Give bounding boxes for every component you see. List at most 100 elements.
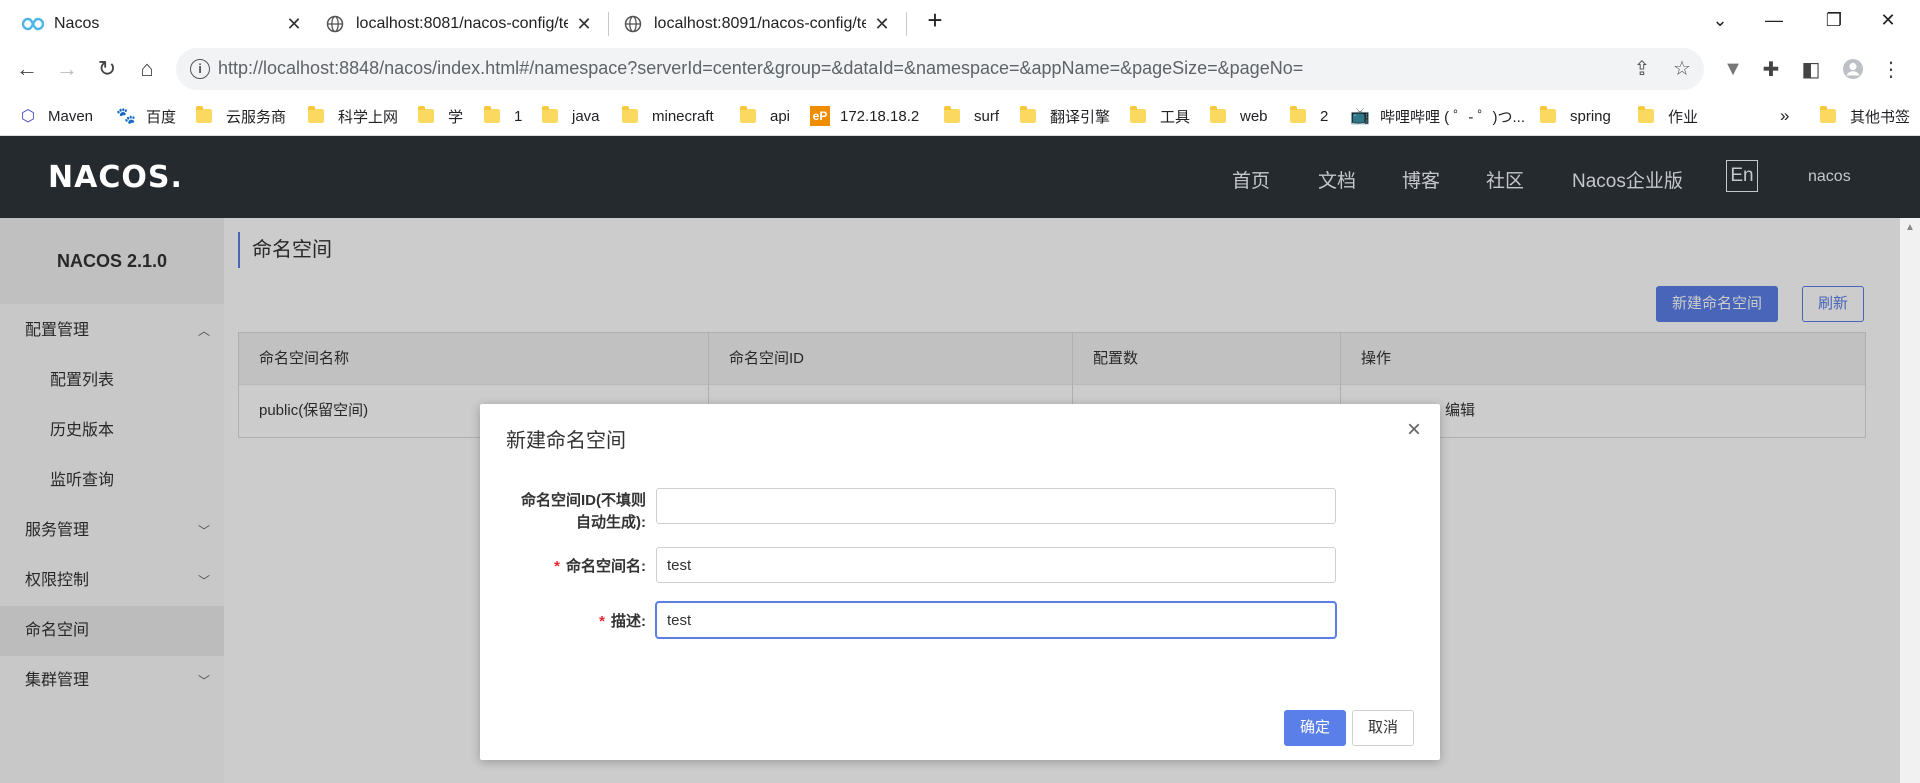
bookmark-maven[interactable]: ⬡ Maven <box>18 104 93 128</box>
bookmark-label: 百度 <box>146 108 177 126</box>
required-mark: * <box>554 558 560 575</box>
bookmark-folder[interactable]: 2 <box>1290 104 1328 128</box>
tab-title: localhost:8081/nacos-config/test <box>356 15 568 32</box>
url-text: http://localhost:8848/nacos/index.html#/… <box>218 58 1304 78</box>
bookmark-folder[interactable]: spring <box>1540 104 1611 128</box>
bookmark-label: 2 <box>1320 107 1329 125</box>
bookmark-label: 工具 <box>1160 108 1191 126</box>
hexagon-icon: ⬡ <box>21 108 35 125</box>
new-tab-plus-icon[interactable]: + <box>910 0 960 40</box>
tab-search-chevron-down-icon[interactable]: ⌄ <box>1692 0 1748 40</box>
bookmarks-bar: ⬡ Maven 🐾 百度 云服务商 科学上网 学 1 java minecraf… <box>0 96 1920 136</box>
bookmark-label: 学 <box>448 108 464 126</box>
bookmark-folder[interactable]: surf <box>944 104 999 128</box>
confirm-button[interactable]: 确定 <box>1284 710 1346 746</box>
home-icon[interactable]: ⌂ <box>130 52 164 86</box>
folder-icon <box>1638 106 1654 123</box>
bookmark-label: 作业 <box>1668 108 1699 126</box>
restore-icon[interactable]: ❐ <box>1806 0 1862 40</box>
side-panel-icon[interactable]: ◧ <box>1796 54 1826 84</box>
folder-icon <box>1130 106 1146 123</box>
other-bookmarks[interactable]: 其他书签 <box>1820 104 1910 128</box>
folder-icon <box>622 106 638 123</box>
reload-icon[interactable]: ↻ <box>90 52 124 86</box>
more-menu-icon[interactable]: ⋮ <box>1876 54 1906 84</box>
bookmark-label: 1 <box>514 107 523 125</box>
bookmark-folder[interactable]: minecraft <box>622 104 714 128</box>
share-icon[interactable]: ⇪ <box>1630 57 1654 81</box>
app-header: NACOS. 首页 文档 博客 社区 Nacos企业版 En nacos <box>0 136 1920 218</box>
globe-icon <box>622 13 644 35</box>
folder-icon <box>1820 106 1836 123</box>
bookmark-folder[interactable]: java <box>542 104 600 128</box>
bookmark-folder[interactable]: 翻译引擎 <box>1020 104 1110 128</box>
extensions-puzzle-icon[interactable]: ✚ <box>1756 54 1786 84</box>
bookmark-folder[interactable]: 1 <box>484 104 522 128</box>
folder-icon <box>740 106 756 123</box>
bookmarks-overflow-icon[interactable]: » <box>1780 104 1789 128</box>
namespace-name-input[interactable] <box>656 547 1336 583</box>
vue-extension-icon[interactable]: ▼ <box>1718 54 1748 84</box>
close-icon[interactable]: × <box>1402 418 1426 442</box>
tab-localhost-8091[interactable]: localhost:8091/nacos-config/test ✕ <box>622 6 898 42</box>
bookmark-folder[interactable]: api <box>740 104 790 128</box>
nav-home[interactable]: 首页 <box>1232 166 1270 193</box>
address-bar[interactable]: i http://localhost:8848/nacos/index.html… <box>176 48 1704 90</box>
new-namespace-dialog: 新建命名空间 × 命名空间ID(不填则 自动生成): *命名空间名: *描述: … <box>480 404 1440 760</box>
profile-avatar-icon[interactable] <box>1838 54 1868 84</box>
tab-title: localhost:8091/nacos-config/test <box>654 15 866 32</box>
bookmark-folder[interactable]: 科学上网 <box>308 104 398 128</box>
required-mark: * <box>599 613 605 630</box>
language-toggle[interactable]: En <box>1726 160 1758 192</box>
tab-localhost-8081[interactable]: localhost:8081/nacos-config/test ✕ <box>324 6 600 42</box>
description-label: * 描述: <box>599 611 646 633</box>
close-icon[interactable]: ✕ <box>574 14 594 34</box>
bookmark-folder[interactable]: 作业 <box>1638 104 1698 128</box>
bookmark-label: 172.18.18.2 <box>840 107 920 125</box>
bookmark-folder[interactable]: 工具 <box>1130 104 1190 128</box>
window-close-icon[interactable]: ✕ <box>1860 0 1916 40</box>
description-input[interactable] <box>656 602 1336 638</box>
site-info-icon[interactable]: i <box>190 59 210 79</box>
forward-arrow-icon[interactable]: → <box>50 52 84 86</box>
namespace-name-label: * 命名空间名: <box>554 556 646 578</box>
label-line: 命名空间ID(不填则 <box>521 492 646 509</box>
back-arrow-icon[interactable]: ← <box>10 52 44 86</box>
page-scrollbar[interactable]: ▲ <box>1900 218 1920 783</box>
folder-icon <box>196 106 212 123</box>
namespace-id-input[interactable] <box>656 488 1336 524</box>
bookmark-star-icon[interactable]: ☆ <box>1670 57 1694 81</box>
close-icon[interactable]: ✕ <box>284 14 304 34</box>
folder-icon <box>542 106 558 123</box>
label-text: 命名空间名: <box>566 558 646 575</box>
bookmark-label: spring <box>1570 107 1611 125</box>
bookmark-bilibili[interactable]: 📺 哔哩哔哩 ( ゜- ゜)つ... <box>1350 104 1525 128</box>
dialog-title: 新建命名空间 <box>506 430 626 452</box>
bookmark-label: 哔哩哔哩 ( ゜- ゜)つ... <box>1380 108 1525 126</box>
folder-icon <box>418 106 434 123</box>
nav-blog[interactable]: 博客 <box>1402 166 1440 193</box>
bookmark-folder[interactable]: web <box>1210 104 1268 128</box>
user-name[interactable]: nacos <box>1808 168 1851 186</box>
nacos-logo[interactable]: NACOS. <box>48 160 183 195</box>
bookmark-label: 科学上网 <box>338 108 399 126</box>
bookmark-folder[interactable]: 云服务商 <box>196 104 286 128</box>
minimize-icon[interactable]: — <box>1746 0 1802 40</box>
folder-icon <box>308 106 324 123</box>
scroll-up-arrow-icon[interactable]: ▲ <box>1900 222 1920 233</box>
nav-enterprise[interactable]: Nacos企业版 <box>1572 166 1683 193</box>
tab-nacos[interactable]: Nacos ✕ <box>22 6 310 42</box>
bookmark-baidu[interactable]: 🐾 百度 <box>116 104 176 128</box>
bookmark-folder[interactable]: 学 <box>418 104 463 128</box>
bookmark-label: surf <box>974 107 1000 125</box>
bookmark-ip[interactable]: eP 172.18.18.2 <box>810 104 919 128</box>
ep-icon: eP <box>810 106 830 126</box>
folder-icon <box>1020 106 1036 123</box>
folder-icon <box>944 106 960 123</box>
nav-docs[interactable]: 文档 <box>1318 166 1356 193</box>
label-text: 描述: <box>611 613 646 630</box>
bookmark-label: 翻译引擎 <box>1050 108 1111 126</box>
nav-community[interactable]: 社区 <box>1486 166 1524 193</box>
close-icon[interactable]: ✕ <box>872 14 892 34</box>
cancel-button[interactable]: 取消 <box>1352 710 1414 746</box>
